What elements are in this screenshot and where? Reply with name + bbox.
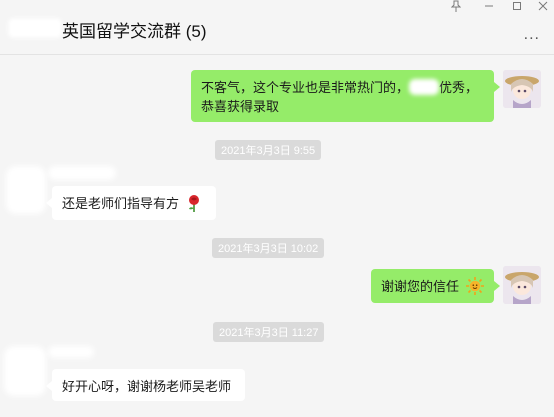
timestamp: 2021年3月3日 9:55 [215, 140, 322, 160]
my-message-bubble[interactable]: 谢谢您的信任 [371, 269, 500, 303]
timestamp: 2021年3月3日 10:02 [212, 238, 325, 258]
redacted-patch [8, 18, 62, 38]
sun-icon [465, 277, 484, 300]
message-text: 好开心呀，谢谢杨老师吴老师 [62, 379, 232, 394]
rose-icon [186, 194, 202, 217]
close-icon[interactable] [534, 0, 552, 14]
chat-area[interactable]: 不客气，这个专业也是非常热门的， 优秀， 恭喜获得录取 2021年3月3日 9:5… [0, 54, 554, 417]
message-text: 谢谢您的信任 [381, 279, 460, 294]
redacted-sender-name [48, 346, 94, 358]
chat-title[interactable]: 英国留学交流群 (5) [62, 17, 207, 42]
timestamp: 2021年3月3日 11:27 [213, 322, 325, 342]
redacted-avatar [4, 346, 46, 396]
more-options-button[interactable]: ... [524, 26, 540, 44]
my-message-bubble[interactable]: 不客气，这个专业也是非常热门的， 优秀， 恭喜获得录取 [191, 70, 500, 122]
minimize-icon[interactable] [480, 0, 498, 14]
message-text: 不客气，这个专业也是非常热门的， [201, 80, 410, 95]
redacted-patch [409, 79, 440, 95]
chat-header: 英国留学交流群 (5) ... [0, 0, 554, 55]
maximize-icon[interactable] [508, 0, 526, 14]
message-text: 还是老师们指导有方 [62, 196, 180, 211]
my-avatar[interactable] [503, 266, 541, 304]
redacted-avatar [6, 166, 46, 214]
their-message-bubble[interactable]: 好开心呀，谢谢杨老师吴老师 [46, 369, 245, 401]
message-text: 优秀， [439, 80, 479, 95]
redacted-sender-name [48, 166, 116, 180]
my-avatar[interactable] [503, 70, 541, 108]
pin-icon[interactable] [447, 0, 465, 14]
message-text: 恭喜获得录取 [201, 99, 280, 114]
their-message-bubble[interactable]: 还是老师们指导有方 [46, 186, 216, 220]
